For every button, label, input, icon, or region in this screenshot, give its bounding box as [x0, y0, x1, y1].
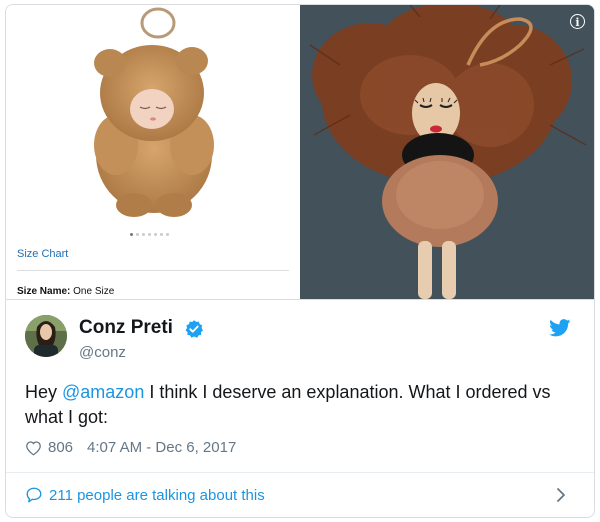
received-product-photo[interactable]: i [300, 5, 594, 299]
conversation-link[interactable]: 211 people are talking about this [25, 486, 265, 504]
conversation-link-label[interactable]: 211 people are talking about this [49, 487, 265, 504]
chevron-right-icon[interactable] [555, 487, 567, 503]
tweet-timestamp[interactable]: 4:07 AM - Dec 6, 2017 [87, 439, 236, 456]
size-name-value: One Size [73, 286, 115, 297]
author-name[interactable]: Conz Preti [79, 317, 173, 339]
speech-bubble-icon [26, 487, 42, 503]
tweet-meta: 806 4:07 AM - Dec 6, 2017 [25, 439, 236, 456]
carousel-dot[interactable] [142, 233, 145, 236]
tweet-media[interactable]: Size Chart Size Name: One Size i [6, 5, 594, 300]
heart-icon[interactable] [25, 440, 42, 456]
info-icon[interactable]: i [570, 14, 585, 29]
twitter-bird-icon[interactable] [549, 319, 571, 337]
size-name-label: Size Name: [17, 286, 71, 297]
ordered-bear-doll-illustration [94, 7, 214, 217]
author-handle[interactable]: @conz [79, 344, 126, 361]
tweet-text: Hey @amazon I think I deserve an explana… [25, 380, 570, 430]
carousel-dot[interactable] [130, 233, 133, 236]
mention-link[interactable]: @amazon [62, 382, 144, 402]
carousel-dots[interactable] [130, 233, 169, 236]
tweet-card: Size Chart Size Name: One Size i Conz Pr… [5, 4, 595, 518]
carousel-dot[interactable] [154, 233, 157, 236]
ordered-product-image[interactable]: Size Chart Size Name: One Size [6, 5, 300, 299]
avatar-image [25, 315, 67, 357]
received-fur-doll-illustration [300, 5, 594, 299]
tweet-text-prefix: Hey [25, 382, 63, 402]
avatar[interactable] [25, 315, 67, 357]
divider [17, 270, 289, 271]
size-name-row: Size Name: One Size [17, 286, 114, 297]
verified-badge-icon [185, 320, 203, 338]
divider [6, 472, 594, 473]
carousel-dot[interactable] [148, 233, 151, 236]
like-count[interactable]: 806 [48, 439, 73, 456]
carousel-dot[interactable] [136, 233, 139, 236]
size-chart-link[interactable]: Size Chart [17, 248, 68, 260]
carousel-dot[interactable] [160, 233, 163, 236]
carousel-dot[interactable] [166, 233, 169, 236]
